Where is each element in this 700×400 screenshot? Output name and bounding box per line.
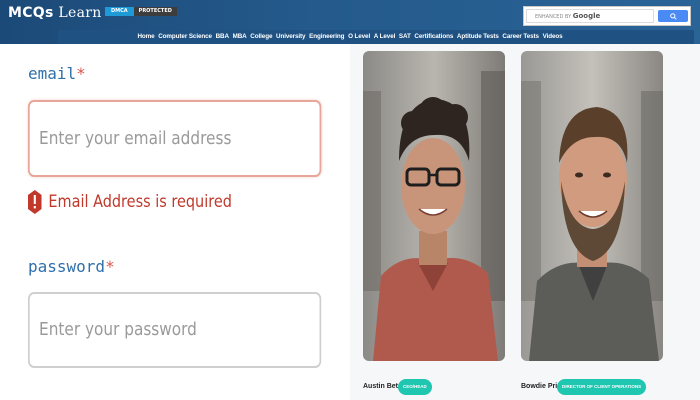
nav-item-mba[interactable]: MBA xyxy=(233,33,247,40)
nav-item-home[interactable]: Home xyxy=(137,33,154,40)
search-input[interactable]: ENHANCED BY Google xyxy=(526,9,654,23)
nav-item-sat[interactable]: SAT xyxy=(399,33,411,40)
nav-item-certifications[interactable]: Certifications xyxy=(414,33,453,40)
password-required-mark: * xyxy=(105,257,115,276)
dmca-label: DMCA xyxy=(105,7,134,16)
error-icon xyxy=(28,190,42,214)
search-button[interactable] xyxy=(658,10,688,22)
nav-item-computer-science[interactable]: Computer Science xyxy=(158,33,212,40)
protected-label: PROTECTED xyxy=(133,7,177,16)
email-error-text: Email Address is required xyxy=(48,192,232,212)
search-widget: ENHANCED BY Google xyxy=(523,6,691,26)
nav-item-o-level[interactable]: O Level xyxy=(348,33,370,40)
profile-role-badge-austin: CEO/HEAD xyxy=(398,379,432,395)
nav-item-bba[interactable]: BBA xyxy=(216,33,229,40)
dmca-badge[interactable]: DMCA PROTECTED xyxy=(105,7,177,16)
nav-item-engineering[interactable]: Engineering xyxy=(309,33,344,40)
password-placeholder: Enter your password xyxy=(39,319,197,340)
search-prefix: ENHANCED BY xyxy=(535,14,573,20)
email-required-mark: * xyxy=(76,64,86,83)
nav-item-videos[interactable]: Videos xyxy=(543,33,563,40)
email-placeholder: Enter your email address xyxy=(39,128,232,149)
email-label: email* xyxy=(28,64,86,83)
nav-item-aptitude-tests[interactable]: Aptitude Tests xyxy=(457,33,499,40)
nav-item-career-tests[interactable]: Career Tests xyxy=(502,33,539,40)
site-logo[interactable]: MCQs Learn xyxy=(8,5,102,21)
nav-item-college[interactable]: College xyxy=(250,33,272,40)
site-header: MCQs Learn DMCA PROTECTED ENHANCED BY Go… xyxy=(0,0,700,44)
profile-role-badge-bowdie: DIRECTOR OF CLIENT OPERATIONS xyxy=(557,379,647,395)
nav-menu: Home Computer Science BBA MBA College Un… xyxy=(0,33,700,40)
email-error-message: Email Address is required xyxy=(28,190,232,214)
nav-item-university[interactable]: University xyxy=(276,33,306,40)
logo-main-text: MCQs xyxy=(8,5,54,21)
nav-item-a-level[interactable]: A Level xyxy=(374,33,396,40)
logo-rest-text: Learn xyxy=(53,5,102,21)
password-label-text: password xyxy=(28,257,106,276)
email-field[interactable]: Enter your email address xyxy=(28,100,322,177)
search-brand: Google xyxy=(572,12,601,20)
search-icon xyxy=(670,13,677,20)
password-label: password* xyxy=(28,257,115,276)
profile-photo-bowdie xyxy=(521,51,663,361)
email-label-text: email xyxy=(28,64,77,83)
password-field[interactable]: Enter your password xyxy=(28,292,322,368)
profile-photo-austin xyxy=(363,51,505,361)
